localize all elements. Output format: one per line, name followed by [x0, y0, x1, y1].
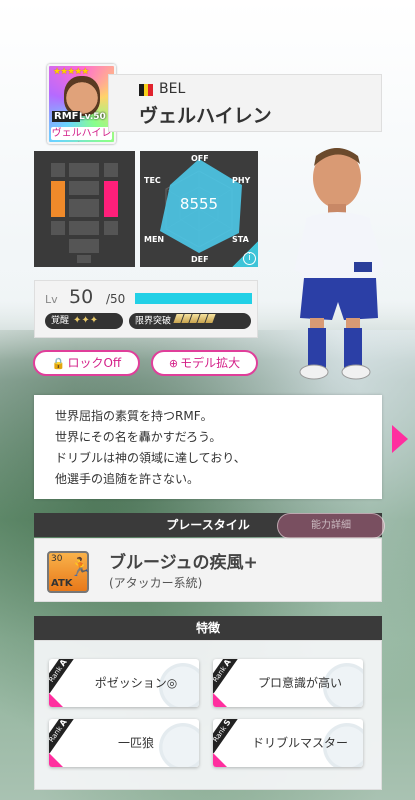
limit-break-label: 限界突破	[135, 316, 172, 327]
zoom-plus-icon: ⊕	[168, 357, 179, 370]
formation-cell	[51, 163, 65, 177]
info-icon[interactable]: i	[243, 252, 256, 265]
play-style-subtitle: (アタッカー系統)	[109, 576, 203, 590]
rank-ribbon: RankA	[49, 719, 77, 754]
level-max: /50	[106, 292, 126, 306]
lock-button-label: ロックOff	[67, 356, 122, 370]
limit-break-chip: 限界突破	[129, 313, 251, 329]
formation-cell	[69, 181, 99, 195]
formation-cell	[104, 221, 118, 235]
description-line: ドリブルは神の領域に達しており、	[55, 451, 246, 465]
trait-rank: A	[221, 659, 233, 668]
radar-label-phy: PHY	[232, 176, 251, 185]
formation-cell-rmf-active	[104, 181, 118, 217]
position-formation-map	[34, 151, 135, 267]
lock-icon: 🔒	[51, 357, 66, 370]
radar-label-tec: TEC	[144, 176, 161, 185]
trait-label: ポゼッション◎	[94, 676, 178, 690]
play-style-panel[interactable]: 30 🏃 ATK ブルージュの疾風+ (アタッカー系統)	[34, 538, 382, 602]
overall-rating: 8555	[179, 195, 219, 213]
awaken-label: 覚醒	[51, 316, 70, 326]
card-level: Lv.50	[79, 112, 106, 122]
rank-ribbon: RankS	[213, 719, 241, 754]
formation-cell	[51, 221, 65, 235]
ability-detail-button[interactable]: 能力詳細	[277, 513, 385, 539]
rank-ribbon: RankA	[213, 659, 241, 694]
player-description: 世界屈指の素質を持つRMF。 世界にその名を轟かすだろう。 ドリブルは神の領域に…	[34, 395, 382, 499]
play-style-name: ブルージュの疾風+	[109, 553, 258, 573]
radar-label-men: MEN	[144, 235, 165, 244]
awaken-chip: 覚醒 ✦✦✦	[45, 313, 123, 329]
limit-break-bars-icon	[173, 313, 216, 329]
radar-label-def: DEF	[191, 255, 209, 264]
trait-card[interactable]: RankS ドリブルマスター	[213, 719, 363, 767]
running-figure-icon: 🏃	[69, 557, 92, 578]
description-line: 世界にその名を轟かすだろう。	[55, 430, 222, 444]
card-name: ヴェルハイレン	[51, 127, 112, 142]
player-model-figure	[294, 148, 384, 380]
corner-triangle-icon	[49, 753, 63, 767]
belgium-flag-icon	[139, 84, 154, 96]
trait-card[interactable]: RankA ポゼッション◎	[49, 659, 199, 707]
stats-radar[interactable]: 8555 OFF TEC PHY MEN STA DEF i	[140, 151, 258, 267]
style-icon-label: ATK	[51, 578, 73, 589]
description-line: 他選手の追随を許さない。	[55, 472, 200, 486]
trait-label: プロ意識が高い	[257, 676, 342, 690]
model-button-label: モデル拡大	[180, 356, 241, 370]
description-line: 世界屈指の素質を持つRMF。	[55, 409, 213, 423]
trait-rank: A	[57, 659, 69, 668]
formation-cell	[69, 163, 99, 177]
formation-cell-lmf	[51, 181, 65, 217]
formation-cell	[69, 221, 99, 235]
info-badge[interactable]: i	[232, 241, 258, 267]
formation-cell	[69, 199, 99, 217]
trait-rank: A	[57, 719, 69, 728]
traits-panel: RankA ポゼッション◎ RankA プロ意識が高い RankA 一匹狼 Ra…	[34, 640, 382, 790]
trait-rank: S	[221, 719, 233, 728]
player-card[interactable]: ★★★★★ RMF Lv.50 ヴェルハイレン	[47, 64, 116, 144]
level-label: Lv	[45, 293, 58, 306]
rank-ribbon: RankA	[49, 659, 77, 694]
next-player-arrow-icon[interactable]	[392, 425, 408, 453]
card-position: RMF	[52, 111, 81, 122]
trait-card[interactable]: RankA プロ意識が高い	[213, 659, 363, 707]
trait-label: 一匹狼	[117, 736, 154, 750]
attacker-style-icon: 30 🏃 ATK	[47, 551, 92, 593]
trait-card[interactable]: RankA 一匹狼	[49, 719, 199, 767]
lock-toggle-button[interactable]: 🔒 ロックOff	[33, 350, 140, 376]
player-name-panel: BEL ヴェルハイレン	[108, 74, 382, 132]
formation-cell-gk	[77, 255, 91, 263]
level-progress-bar	[135, 293, 252, 304]
formation-cell	[104, 163, 118, 177]
player-name: ヴェルハイレン	[139, 105, 272, 127]
radar-label-off: OFF	[191, 154, 209, 163]
level-value: 50	[69, 286, 94, 308]
traits-header: 特徴	[34, 616, 382, 640]
corner-triangle-icon	[213, 693, 227, 707]
awaken-stars-icon: ✦✦✦	[73, 315, 99, 326]
level-panel: Lv 50 /50 覚醒 ✦✦✦ 限界突破	[34, 280, 258, 338]
card-portrait	[64, 76, 100, 116]
level-progress-fill	[135, 293, 252, 304]
model-zoom-button[interactable]: ⊕ モデル拡大	[151, 350, 258, 376]
corner-triangle-icon	[213, 753, 227, 767]
style-icon-number: 30	[51, 554, 63, 564]
trait-label: ドリブルマスター	[251, 736, 348, 750]
player-nation: BEL	[159, 81, 186, 97]
corner-triangle-icon	[49, 693, 63, 707]
formation-cell	[69, 239, 99, 253]
